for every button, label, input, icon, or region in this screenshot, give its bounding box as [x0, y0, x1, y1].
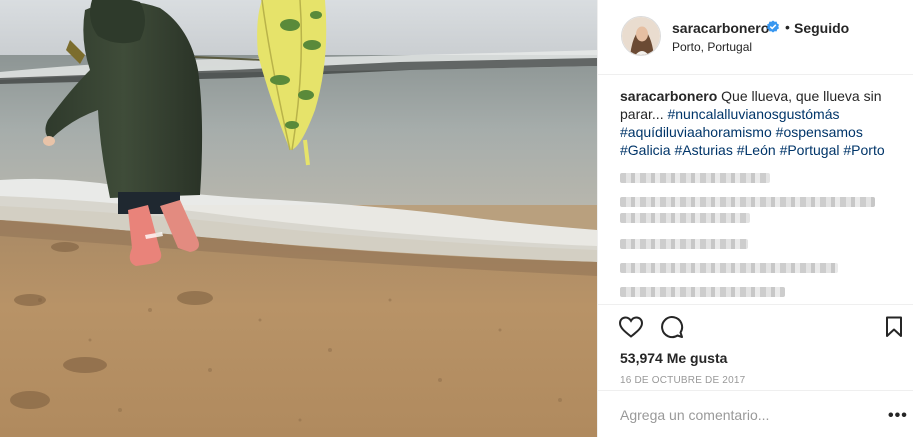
verified-badge-icon: [767, 20, 779, 33]
post-caption: saracarbonero Que llueva, que llueva sin…: [620, 87, 900, 159]
more-options-icon[interactable]: •••: [888, 407, 908, 425]
comments-area: saracarbonero Que llueva, que llueva sin…: [620, 87, 900, 307]
hashtag-link[interactable]: #nuncalalluvianosgustómás: [667, 106, 839, 122]
post-side-panel: saracarbonero • Seguido Porto, Portugal …: [597, 0, 913, 437]
obscured-comment: [620, 173, 770, 183]
obscured-comment: [620, 287, 785, 297]
hashtag-link[interactable]: #Galicia: [620, 142, 671, 158]
follow-status-button[interactable]: Seguido: [794, 20, 849, 36]
hashtag-link[interactable]: #ospensamos: [776, 124, 863, 140]
hashtag-link[interactable]: #Portugal: [780, 142, 840, 158]
post-image: [0, 0, 597, 437]
add-comment-bar: •••: [598, 390, 913, 437]
post-date[interactable]: 16 DE OCTUBRE DE 2017: [620, 375, 745, 386]
caption-username[interactable]: saracarbonero: [620, 88, 717, 104]
hashtag-link[interactable]: #Porto: [843, 142, 884, 158]
post-photo[interactable]: [0, 0, 597, 437]
avatar-image: [622, 17, 660, 55]
hashtag-link[interactable]: #aquídiluviaahoramismo: [620, 124, 772, 140]
obscured-comment: [620, 263, 838, 273]
likes-count[interactable]: 53,974 Me gusta: [620, 350, 727, 366]
hashtag-link[interactable]: #León: [737, 142, 776, 158]
post-header: saracarbonero • Seguido Porto, Portugal: [598, 0, 913, 75]
post-author-username[interactable]: saracarbonero: [672, 20, 769, 36]
comment-input[interactable]: [620, 403, 870, 427]
bookmark-icon[interactable]: [885, 316, 903, 338]
hashtag-link[interactable]: #Asturias: [674, 142, 732, 158]
avatar[interactable]: [621, 16, 661, 56]
post-location[interactable]: Porto, Portugal: [672, 40, 752, 54]
obscured-comment: [620, 239, 748, 249]
comment-bubble-icon[interactable]: [660, 315, 684, 339]
separator-dot: •: [785, 19, 790, 35]
heart-icon[interactable]: [618, 315, 644, 339]
obscured-comment: [620, 197, 875, 207]
obscured-comment: [620, 213, 750, 223]
